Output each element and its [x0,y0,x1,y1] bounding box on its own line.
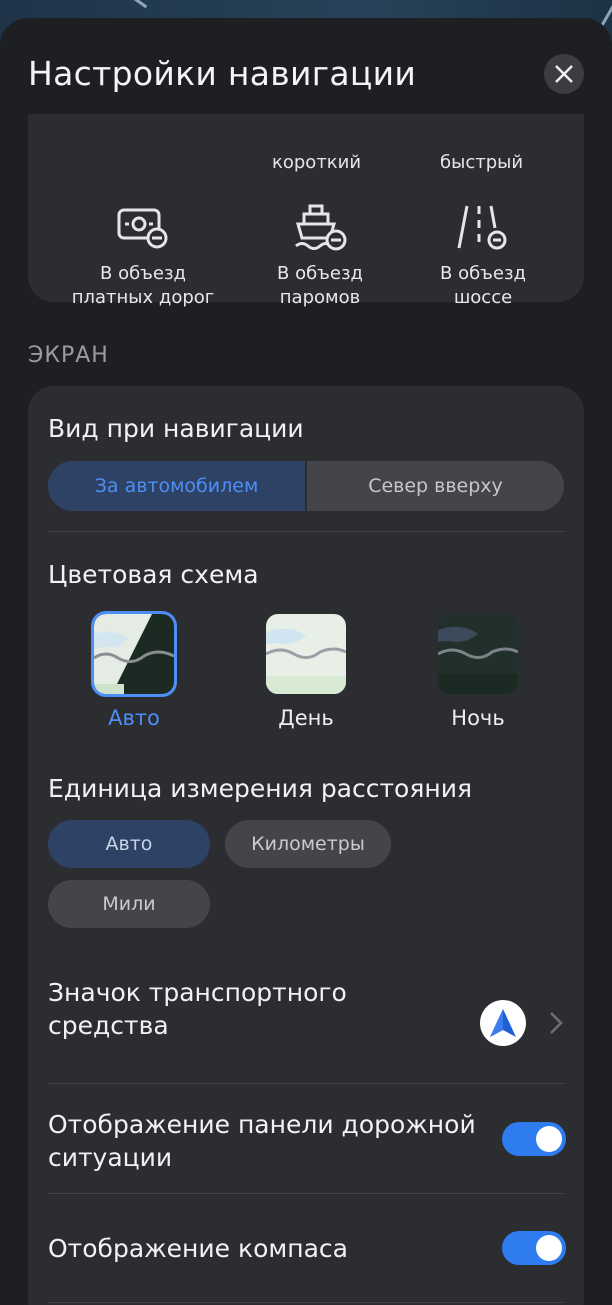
avoid-ferries-label: В объезд паромов [277,263,363,308]
scheme-night-option[interactable]: Ночь [433,614,523,730]
scheme-night-label: Ночь [451,706,505,730]
navigation-arrow-icon [490,1009,516,1037]
toggle-knob [536,1235,562,1261]
distance-units-heading: Единица измерения расстояния [48,774,473,803]
route-option-fastest-label: быстрый [440,152,524,173]
units-kilometers-chip[interactable]: Километры [225,820,391,868]
scheme-day-thumbnail [266,614,346,694]
divider [48,1302,564,1303]
toggle-knob [536,1126,562,1152]
scheme-day-option[interactable]: День [261,614,351,730]
view-follow-car-option[interactable]: За автомобилем [48,461,305,511]
ferry-icon [295,204,347,251]
view-north-up-option[interactable]: Север вверху [305,461,564,511]
screen-section-label: ЭКРАН [28,343,109,368]
page-title: Настройки навигации [28,54,417,93]
toll-road-icon [117,208,168,249]
screen-settings-card: Вид при навигации За автомобилем Север в… [28,386,584,1305]
avoid-ferries-button[interactable]: В объезд паромов [235,202,405,310]
units-auto-chip[interactable]: Авто [48,820,210,868]
compass-toggle[interactable] [502,1231,566,1265]
scheme-auto-option[interactable]: Авто [89,611,179,730]
scheme-auto-thumbnail [91,611,177,697]
navigation-settings-sheet: короткий быстрый В объезд платных дорог [0,18,612,1305]
divider [48,531,564,532]
view-mode-heading: Вид при навигации [48,414,304,443]
avoid-highways-label: В объезд шоссе [440,263,526,308]
vehicle-icon-preview[interactable] [480,1000,526,1046]
divider [48,1083,564,1084]
avoid-highways-button[interactable]: В объезд шоссе [398,202,568,310]
close-icon [555,65,573,83]
map-road [112,0,148,9]
compass-setting-label: Отображение компаса [48,1234,348,1263]
avoid-toll-roads-label: В объезд платных дорог [71,263,215,308]
scheme-auto-label: Авто [108,706,160,730]
close-button[interactable] [544,54,584,94]
traffic-panel-setting-label: Отображение панели дорожной ситуации [48,1110,476,1172]
chevron-right-icon [550,1012,563,1034]
route-option-shortest-label: короткий [272,152,362,173]
color-scheme-heading: Цветовая схема [48,560,259,589]
sheet-header: Настройки навигации [0,18,612,114]
scheme-night-thumbnail [438,614,518,694]
avoid-toll-roads-button[interactable]: В объезд платных дорог [58,202,228,310]
divider [48,1193,564,1194]
scheme-day-label: День [278,706,334,730]
view-mode-segmented-control: За автомобилем Север вверху [48,461,564,511]
vehicle-icon-setting-label[interactable]: Значок транспортного средства [48,976,347,1042]
traffic-panel-toggle[interactable] [502,1122,566,1156]
units-miles-chip[interactable]: Мили [48,880,210,928]
highway-icon [457,205,507,250]
